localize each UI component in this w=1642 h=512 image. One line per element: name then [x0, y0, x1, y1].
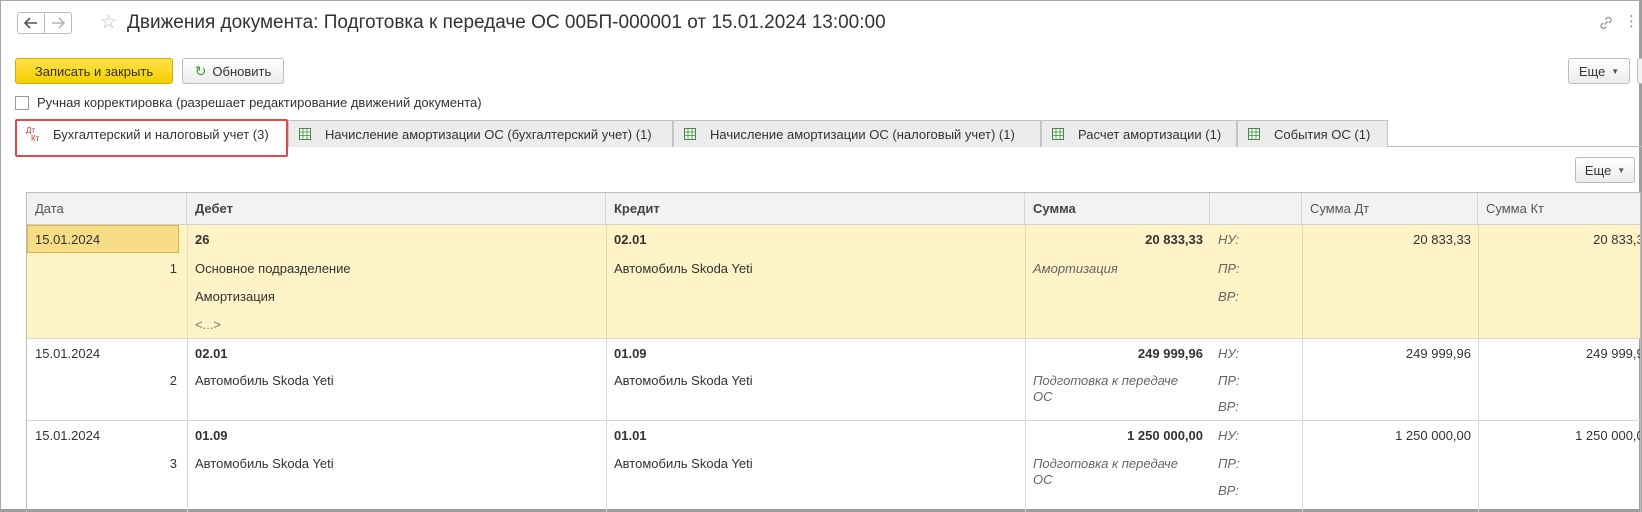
tab-fa-events[interactable]: События ОС (1)	[1237, 120, 1388, 147]
row-amount-dt: 1 250 000,00	[1395, 428, 1471, 443]
row-amount-dt: 249 999,96	[1405, 346, 1471, 361]
table-header: Дата Дебет Кредит Сумма Сумма Дт Сумма К…	[27, 193, 1640, 225]
favorite-star-icon[interactable]: ☆	[100, 13, 117, 32]
arrow-right-icon	[52, 17, 65, 29]
row-content: Амортизация	[1033, 261, 1118, 276]
manual-edit-label: Ручная корректировка (разрешает редактир…	[37, 95, 482, 110]
row-number: 3	[169, 456, 177, 471]
row-number: 1	[169, 261, 177, 276]
header-amount-kt[interactable]: Сумма Кт	[1478, 193, 1640, 225]
link-icon[interactable]	[1598, 15, 1614, 34]
table-more-label: Еще	[1584, 162, 1612, 178]
more-menu-icon[interactable]: ⋮	[1624, 14, 1639, 29]
more-actions-button[interactable]: Еще ▼	[1568, 58, 1630, 84]
credit-account: 02.01	[614, 232, 647, 247]
entries-table: Дата Дебет Кредит Сумма Сумма Дт Сумма К…	[26, 192, 1641, 512]
table-row[interactable]: 15.01.2024 2 02.01 Автомобиль Skoda Yeti…	[27, 339, 1640, 421]
row-number: 2	[169, 373, 177, 388]
header-amount[interactable]: Сумма	[1025, 193, 1210, 225]
header-credit[interactable]: Кредит	[606, 193, 1025, 225]
credit-account: 01.01	[614, 428, 647, 443]
credit-subconto-1: Автомобиль Skoda Yeti	[614, 261, 753, 276]
header-amount-dt[interactable]: Сумма Дт	[1302, 193, 1478, 225]
table-row[interactable]: 15.01.2024 3 01.09 Автомобиль Skoda Yeti…	[27, 421, 1640, 512]
header-debit[interactable]: Дебет	[187, 193, 606, 225]
arrow-left-icon	[24, 17, 37, 29]
nu-label: НУ:	[1218, 232, 1240, 247]
forward-button[interactable]	[44, 12, 72, 34]
nu-label: НУ:	[1218, 428, 1240, 443]
table-icon	[299, 128, 311, 140]
tab-label: Расчет амортизации (1)	[1078, 126, 1222, 142]
table-row[interactable]: 15.01.2024 1 26 Основное подразделение А…	[27, 225, 1640, 339]
back-button[interactable]	[17, 12, 45, 34]
row-amount-dt: 20 833,33	[1413, 232, 1471, 247]
debit-account: 01.09	[195, 428, 228, 443]
row-content-line2: ОС	[1033, 389, 1053, 404]
credit-subconto-1: Автомобиль Skoda Yeti	[614, 456, 753, 471]
row-amount-kt: 249 999,96	[1585, 346, 1640, 361]
row-amount-kt: 20 833,33	[1593, 232, 1640, 247]
save-and-close-button[interactable]: Записать и закрыть	[15, 58, 173, 84]
tab-label: Начисление амортизации ОС (налоговый уче…	[710, 126, 1015, 142]
tab-accounting-tax[interactable]: Дт Кт Бухгалтерский и налоговый учет (3)	[15, 120, 288, 148]
debit-account: 26	[195, 232, 210, 247]
table-icon	[684, 128, 696, 140]
pr-label: ПР:	[1218, 373, 1240, 388]
debit-subconto-1: Основное подразделение	[195, 261, 351, 276]
save-and-close-label: Записать и закрыть	[34, 63, 154, 79]
document-movements-window: ☆ Движения документа: Подготовка к перед…	[0, 0, 1642, 512]
debit-subconto-1: Автомобиль Skoda Yeti	[195, 373, 334, 388]
row-date: 15.01.2024	[35, 428, 101, 443]
more-actions-label: Еще	[1578, 63, 1606, 79]
refresh-label: Обновить	[212, 63, 272, 79]
table-icon	[1248, 128, 1260, 140]
caret-down-icon: ▼	[1617, 165, 1626, 175]
vr-label: ВР:	[1218, 399, 1239, 414]
row-date: 15.01.2024	[35, 346, 101, 361]
header-nu-spacer	[1210, 193, 1302, 225]
tab-depreciation-calc[interactable]: Расчет амортизации (1)	[1041, 120, 1237, 147]
credit-subconto-1: Автомобиль Skoda Yeti	[614, 373, 753, 388]
nu-label: НУ:	[1218, 346, 1240, 361]
row-amount: 20 833,33	[1145, 232, 1203, 247]
tab-label: Бухгалтерский и налоговый учет (3)	[53, 127, 269, 142]
pr-label: ПР:	[1218, 261, 1240, 276]
dt-kt-icon: Дт Кт	[26, 125, 40, 143]
refresh-icon: ↻	[194, 62, 207, 79]
row-content: Подготовка к передаче	[1033, 456, 1178, 471]
credit-account: 01.09	[614, 346, 647, 361]
debit-subconto-1: Автомобиль Skoda Yeti	[195, 456, 334, 471]
debit-subconto-3: <...>	[195, 317, 222, 332]
tab-label: Начисление амортизации ОС (бухгалтерский…	[325, 126, 652, 142]
debit-subconto-2: Амортизация	[195, 289, 275, 304]
row-amount: 249 999,96	[1137, 346, 1203, 361]
table-more-button[interactable]: Еще ▼	[1575, 157, 1635, 183]
help-button[interactable]	[1637, 58, 1642, 84]
manual-edit-toggle[interactable]: Ручная корректировка (разрешает редактир…	[15, 95, 482, 110]
row-date: 15.01.2024	[35, 232, 101, 247]
vr-label: ВР:	[1218, 289, 1239, 304]
tab-depreciation-accounting[interactable]: Начисление амортизации ОС (бухгалтерский…	[288, 120, 673, 147]
pr-label: ПР:	[1218, 456, 1240, 471]
manual-edit-checkbox[interactable]	[15, 95, 29, 110]
debit-account: 02.01	[195, 346, 228, 361]
tab-label: События ОС (1)	[1274, 126, 1371, 142]
row-amount: 1 250 000,00	[1127, 428, 1203, 443]
caret-down-icon: ▼	[1611, 66, 1620, 76]
vr-label: ВР:	[1218, 483, 1239, 498]
header-date[interactable]: Дата	[27, 193, 187, 225]
window-title: Движения документа: Подготовка к передач…	[127, 12, 886, 33]
row-content: Подготовка к передаче	[1033, 373, 1178, 388]
table-icon	[1052, 128, 1064, 140]
row-content-line2: ОС	[1033, 472, 1053, 487]
tab-depreciation-tax[interactable]: Начисление амортизации ОС (налоговый уче…	[673, 120, 1041, 147]
refresh-button[interactable]: ↻ Обновить	[182, 58, 284, 84]
row-amount-kt: 1 250 000,00	[1575, 428, 1640, 443]
